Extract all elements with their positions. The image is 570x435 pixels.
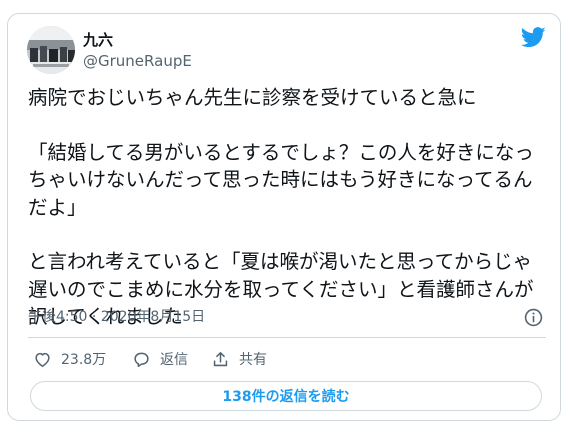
info-icon[interactable] [524,308,543,327]
user-handle[interactable]: @GruneRaupE [83,51,192,71]
avatar-photo [27,26,75,74]
like-button[interactable]: 23.8万 [33,348,106,370]
reply-bubble-icon [134,352,149,367]
reply-label: 返信 [160,352,188,368]
divider [28,337,546,338]
heart-icon [35,352,50,367]
like-count: 23.8万 [61,352,107,368]
tweet-text: 病院でおじいちゃん先生に診察を受けていると急に 「結婚してる男がいるとするでしょ… [28,86,534,329]
share-label: 共有 [239,352,267,368]
tweet-timestamp[interactable]: 午後4:50 · 2020年8月15日 [28,308,205,326]
avatar[interactable] [27,26,75,74]
share-icon [213,351,228,366]
share-button[interactable]: 共有 [211,348,267,370]
display-name[interactable]: 九六 [83,30,113,50]
twitter-bird-icon[interactable] [521,27,546,48]
reply-button[interactable]: 返信 [132,348,188,370]
read-replies-button[interactable]: 138件の返信を読む [30,381,542,411]
